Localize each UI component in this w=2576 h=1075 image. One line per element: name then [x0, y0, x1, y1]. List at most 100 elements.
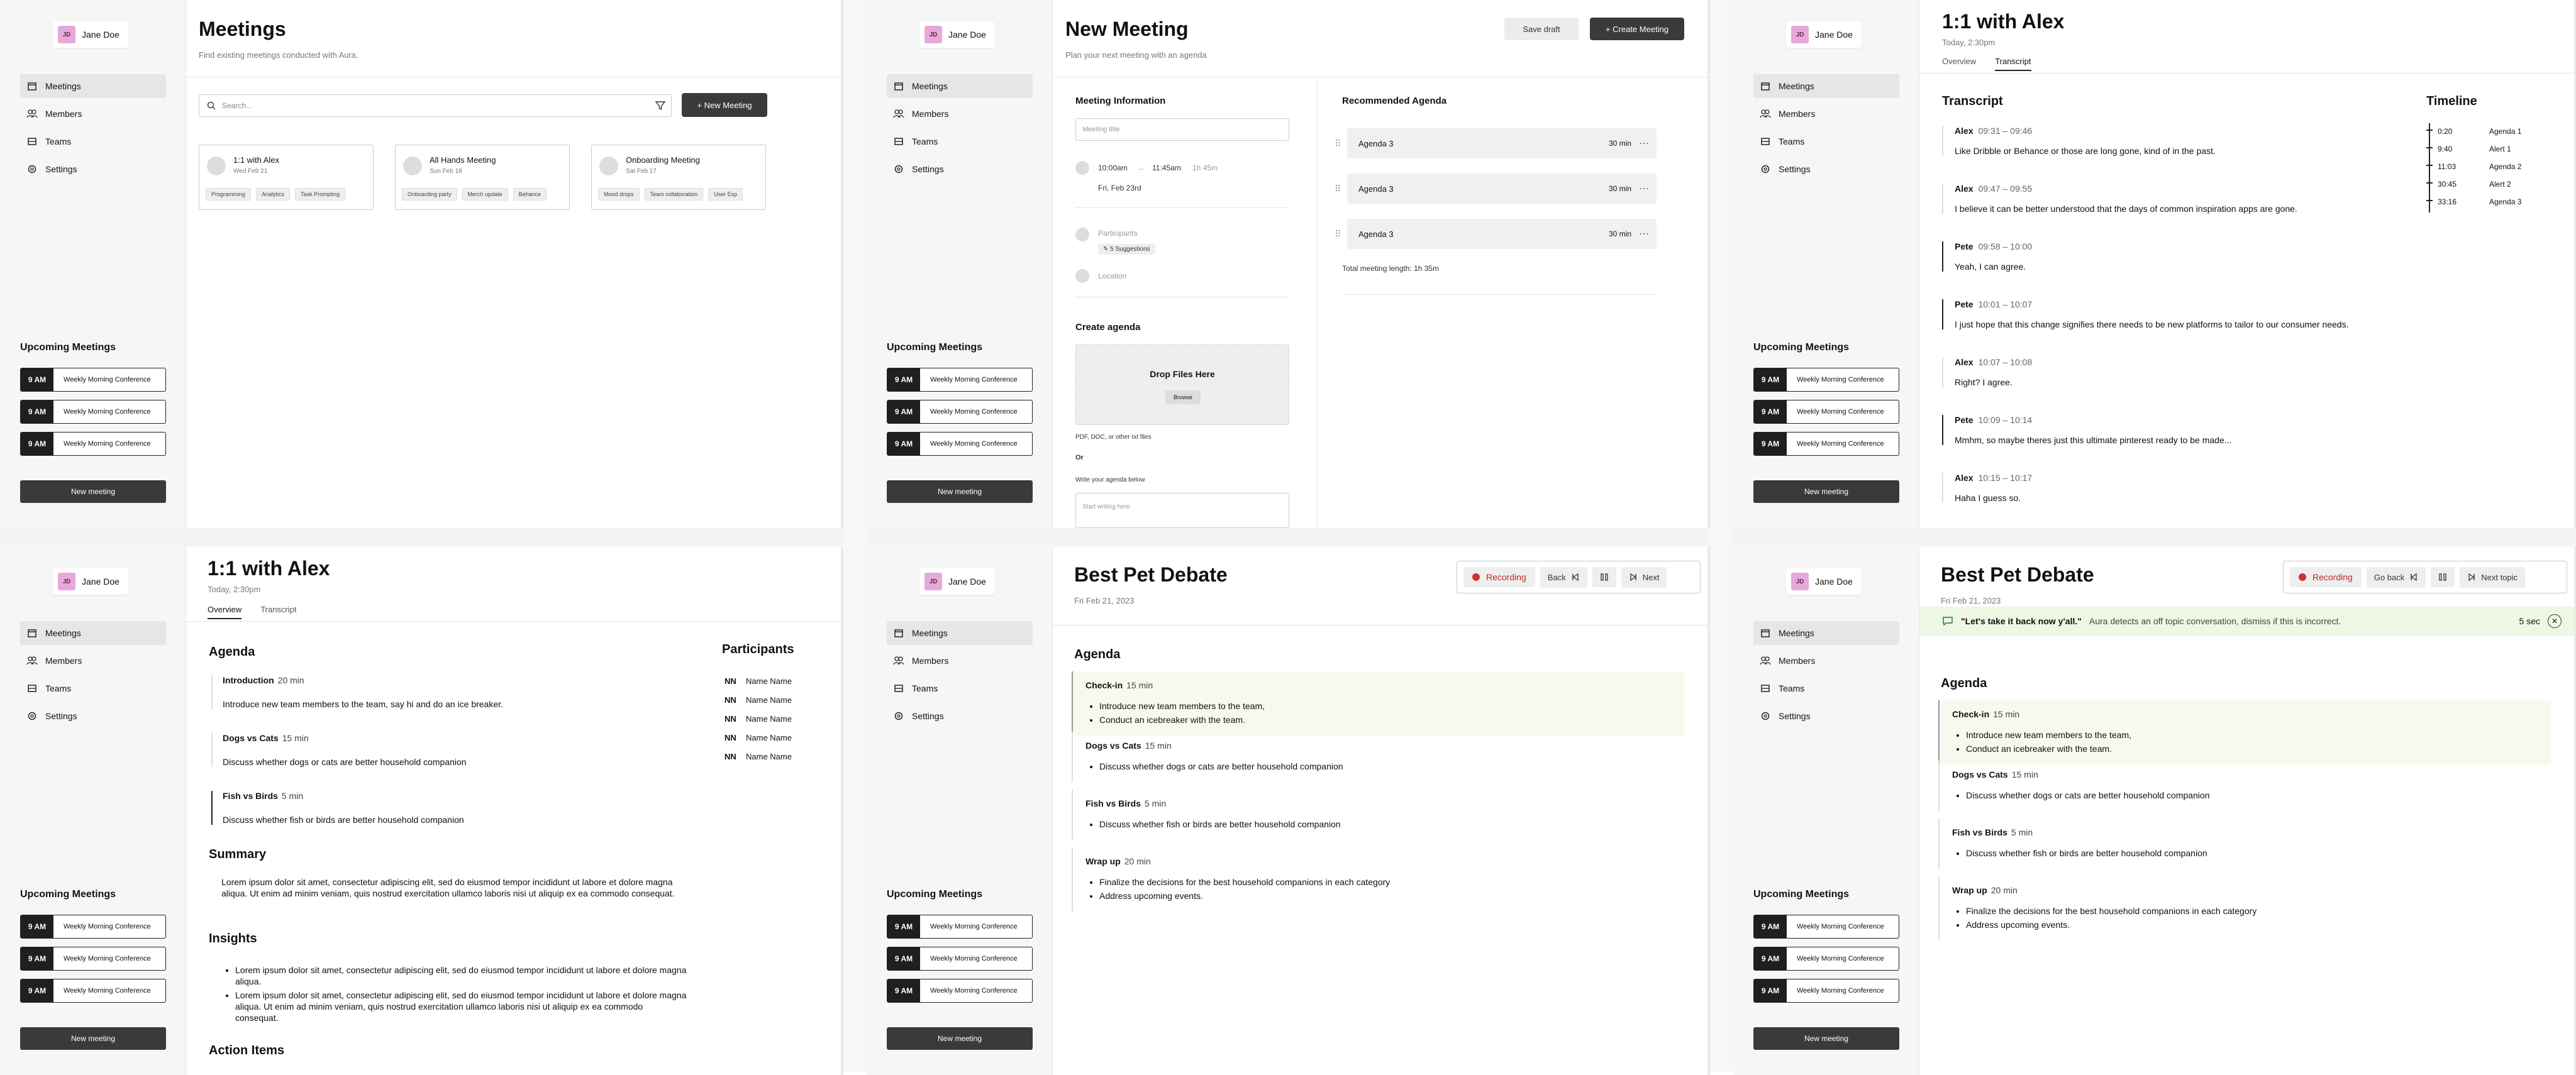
upcoming-meeting-item[interactable]: 9 AM Weekly Morning Conference: [1753, 947, 1899, 971]
upcoming-meeting-item[interactable]: 9 AM Weekly Morning Conference: [1753, 979, 1899, 1003]
tab-transcript[interactable]: Transcript: [260, 605, 296, 619]
upcoming-meeting-item[interactable]: 9 AM Weekly Morning Conference: [887, 368, 1033, 392]
sidebar-item-teams[interactable]: Teams: [887, 676, 1033, 700]
suggestions-badge[interactable]: ✎ 5 Suggestions: [1098, 244, 1155, 255]
sidebar-item-meetings[interactable]: Meetings: [1753, 74, 1899, 98]
location-label[interactable]: Location: [1098, 272, 1126, 280]
sidebar-item-members[interactable]: Members: [1753, 649, 1899, 673]
user-profile[interactable]: JD Jane Doe: [1786, 568, 1862, 595]
upcoming-meeting-item[interactable]: 9 AM Weekly Morning Conference: [887, 915, 1033, 939]
meeting-card[interactable]: 1:1 with Alex Wed Feb 21 Programming Anal…: [199, 145, 374, 210]
recording-status[interactable]: Recording: [2290, 567, 2362, 587]
sidebar-item-teams[interactable]: Teams: [887, 130, 1033, 153]
search-input[interactable]: Search...: [199, 94, 672, 117]
new-meeting-button[interactable]: New meeting: [1753, 480, 1899, 503]
upcoming-meeting-item[interactable]: 9 AM Weekly Morning Conference: [887, 979, 1033, 1003]
sidebar-item-settings[interactable]: Settings: [20, 704, 166, 728]
user-profile[interactable]: JD Jane Doe: [53, 568, 128, 595]
upcoming-meeting-item[interactable]: 9 AM Weekly Morning Conference: [20, 915, 166, 939]
sidebar-item-settings[interactable]: Settings: [887, 157, 1033, 181]
recommended-agenda-item[interactable]: ⠿ Agenda 3 30 min ⋯: [1335, 219, 1657, 249]
upcoming-meeting-item[interactable]: 9 AM Weekly Morning Conference: [1753, 368, 1899, 392]
upcoming-meeting-item[interactable]: 9 AM Weekly Morning Conference: [20, 432, 166, 456]
drag-handle-icon[interactable]: ⠿: [1335, 184, 1341, 194]
user-profile[interactable]: JD Jane Doe: [53, 21, 128, 48]
time-to[interactable]: 11:45am: [1152, 163, 1181, 172]
meeting-title-input[interactable]: Meeting title: [1075, 118, 1289, 141]
upcoming-meeting-item[interactable]: 9 AM Weekly Morning Conference: [20, 400, 166, 424]
filter-icon[interactable]: [649, 94, 672, 117]
new-meeting-button[interactable]: New meeting: [887, 480, 1033, 503]
upcoming-meeting-item[interactable]: 9 AM Weekly Morning Conference: [1753, 432, 1899, 456]
agenda-item: Fish vs Birds5 min Discuss whether fish …: [1938, 819, 2366, 869]
sidebar-item-settings[interactable]: Settings: [1753, 704, 1899, 728]
upcoming-meeting-item[interactable]: 9 AM Weekly Morning Conference: [20, 979, 166, 1003]
user-profile[interactable]: JD Jane Doe: [1786, 21, 1862, 48]
sidebar-item-settings[interactable]: Settings: [20, 157, 166, 181]
file-drop-zone[interactable]: Drop Files Here Browse: [1075, 345, 1289, 425]
drag-handle-icon[interactable]: ⠿: [1335, 138, 1341, 149]
tab-overview[interactable]: Overview: [208, 605, 242, 619]
time-from[interactable]: 10:00am: [1098, 163, 1128, 172]
back-button[interactable]: Go back: [2366, 566, 2426, 588]
more-icon[interactable]: ⋯: [1639, 137, 1649, 150]
sidebar-item-members[interactable]: Members: [20, 649, 166, 673]
new-meeting-button[interactable]: + New Meeting: [682, 93, 767, 117]
new-meeting-button[interactable]: New meeting: [20, 480, 166, 503]
recording-status[interactable]: Recording: [1463, 567, 1535, 587]
sidebar-item-meetings[interactable]: Meetings: [887, 621, 1033, 645]
sidebar-item-teams[interactable]: Teams: [20, 130, 166, 153]
sidebar-item-meetings[interactable]: Meetings: [1753, 621, 1899, 645]
new-meeting-button[interactable]: New meeting: [887, 1027, 1033, 1050]
meeting-date[interactable]: Fri, Feb 23rd: [1098, 184, 1141, 192]
agenda-textarea[interactable]: Start writing here: [1075, 493, 1289, 528]
sidebar-item-teams[interactable]: Teams: [20, 676, 166, 700]
upcoming-meeting-item[interactable]: 9 AM Weekly Morning Conference: [1753, 400, 1899, 424]
sidebar-item-settings[interactable]: Settings: [887, 704, 1033, 728]
sidebar-item-meetings[interactable]: Meetings: [20, 621, 166, 645]
create-meeting-button[interactable]: + Create Meeting: [1590, 18, 1684, 40]
upcoming-meetings-title: Upcoming Meetings: [20, 342, 116, 353]
sidebar-item-meetings[interactable]: Meetings: [20, 74, 166, 98]
recommended-agenda-item[interactable]: ⠿ Agenda 3 30 min ⋯: [1335, 174, 1657, 204]
next-button[interactable]: Next topic: [2460, 566, 2526, 588]
tab-transcript[interactable]: Transcript: [1995, 57, 2031, 71]
new-meeting-button[interactable]: New meeting: [1753, 1027, 1899, 1050]
participant-item[interactable]: NN Name Name: [724, 714, 792, 724]
upcoming-meeting-item[interactable]: 9 AM Weekly Morning Conference: [20, 368, 166, 392]
upcoming-meeting-item[interactable]: 9 AM Weekly Morning Conference: [887, 432, 1033, 456]
pause-button[interactable]: [1592, 567, 1616, 587]
tab-overview[interactable]: Overview: [1942, 57, 1976, 71]
participant-item[interactable]: NN Name Name: [724, 676, 792, 686]
sidebar-item-members[interactable]: Members: [887, 102, 1033, 126]
sidebar-item-members[interactable]: Members: [1753, 102, 1899, 126]
sidebar-item-meetings[interactable]: Meetings: [887, 74, 1033, 98]
sidebar-item-members[interactable]: Members: [20, 102, 166, 126]
close-icon[interactable]: ✕: [2548, 614, 2562, 628]
pause-button[interactable]: [2431, 567, 2455, 587]
participant-item[interactable]: NN Name Name: [724, 695, 792, 705]
participant-item[interactable]: NN Name Name: [724, 752, 792, 761]
recommended-agenda-item[interactable]: ⠿ Agenda 3 30 min ⋯: [1335, 128, 1657, 158]
upcoming-meeting-item[interactable]: 9 AM Weekly Morning Conference: [887, 947, 1033, 971]
meeting-card[interactable]: All Hands Meeting Sun Feb 18 Onboarding …: [395, 145, 570, 210]
next-button[interactable]: Next: [1621, 566, 1667, 588]
sidebar-item-teams[interactable]: Teams: [1753, 676, 1899, 700]
user-profile[interactable]: JD Jane Doe: [919, 21, 995, 48]
new-meeting-button[interactable]: New meeting: [20, 1027, 166, 1050]
browse-button[interactable]: Browse: [1165, 390, 1201, 404]
drag-handle-icon[interactable]: ⠿: [1335, 229, 1341, 240]
upcoming-meeting-item[interactable]: 9 AM Weekly Morning Conference: [887, 400, 1033, 424]
upcoming-meeting-item[interactable]: 9 AM Weekly Morning Conference: [1753, 915, 1899, 939]
sidebar-item-members[interactable]: Members: [887, 649, 1033, 673]
sidebar-item-teams[interactable]: Teams: [1753, 130, 1899, 153]
save-draft-button[interactable]: Save draft: [1504, 18, 1579, 40]
more-icon[interactable]: ⋯: [1639, 228, 1649, 240]
meeting-card[interactable]: Onboarding Meeting Sat Feb 17 Mood drops…: [591, 145, 766, 210]
user-profile[interactable]: JD Jane Doe: [919, 568, 995, 595]
upcoming-meeting-item[interactable]: 9 AM Weekly Morning Conference: [20, 947, 166, 971]
sidebar-item-settings[interactable]: Settings: [1753, 157, 1899, 181]
participant-item[interactable]: NN Name Name: [724, 733, 792, 742]
back-button[interactable]: Back: [1540, 566, 1587, 588]
more-icon[interactable]: ⋯: [1639, 182, 1649, 195]
